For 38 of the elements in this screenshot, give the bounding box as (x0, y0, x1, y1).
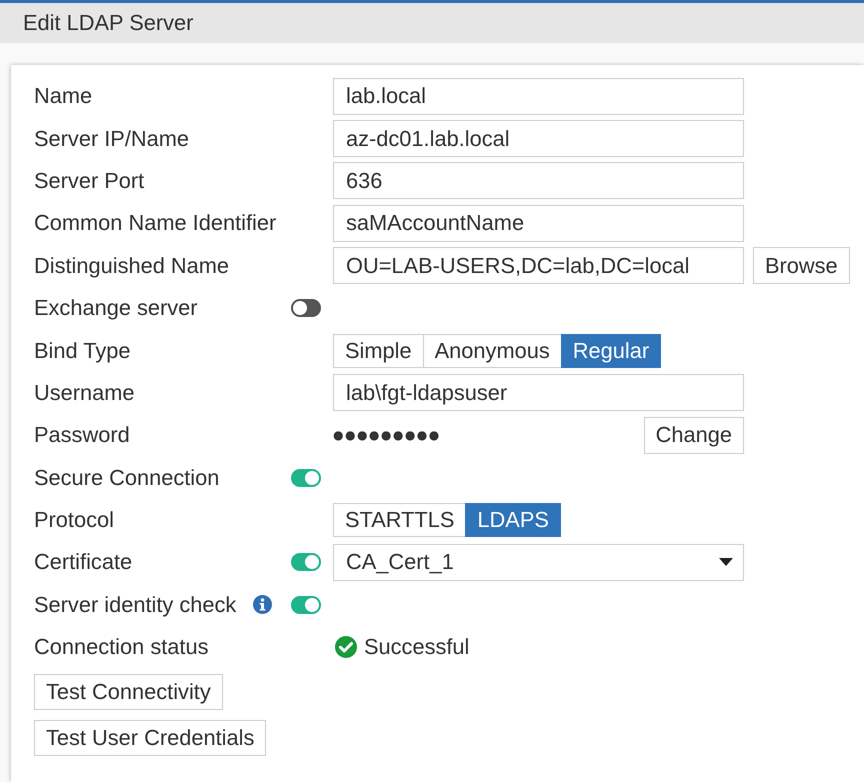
field-label: Distinguished Name (34, 252, 230, 279)
segment-option[interactable]: Simple (333, 334, 424, 368)
field-label: Common Name Identifier (34, 210, 276, 236)
test-button[interactable]: Test User Credentials (34, 720, 266, 756)
segment-option[interactable]: LDAPS (465, 503, 561, 538)
field-label: Protocol (34, 507, 114, 534)
field-label: Certificate (34, 549, 132, 576)
field-label: Server identity check (34, 592, 236, 618)
password-dots: ●●●●●●●●● (333, 428, 441, 442)
toggle-switch[interactable] (291, 468, 321, 487)
field-label: Username (34, 380, 135, 406)
segment-option[interactable]: Anonymous (422, 334, 562, 368)
text-field[interactable]: lab\fgt-ldapsuser (333, 374, 744, 412)
text-field[interactable]: saMAccountName (333, 204, 744, 242)
status-text: Successful (364, 634, 470, 660)
caret-down-icon (719, 558, 733, 566)
test-button[interactable]: Test Connectivity (34, 674, 223, 710)
select-dropdown[interactable]: CA_Cert_1 (333, 544, 744, 581)
dialog-title: Edit LDAP Server (23, 10, 194, 36)
toggle-switch[interactable] (291, 596, 321, 614)
text-field[interactable]: lab.local (333, 78, 744, 115)
text-field[interactable]: az-dc01.lab.local (333, 120, 744, 158)
field-label: Name (34, 83, 92, 110)
field-label: Server Port (34, 168, 144, 194)
change-button[interactable]: Change (644, 416, 744, 454)
field-label: Bind Type (34, 338, 131, 364)
field-label: Server IP/Name (34, 126, 190, 152)
field-label: Connection status (34, 634, 208, 660)
field-label: Secure Connection (34, 464, 220, 491)
toggle-switch[interactable] (291, 299, 321, 318)
field-label: Exchange server (34, 295, 198, 322)
field-label: Password (34, 422, 130, 448)
segment-option[interactable]: STARTTLS (333, 503, 466, 538)
browse-button[interactable]: Browse (753, 247, 850, 284)
segment-option[interactable]: Regular (560, 334, 662, 368)
toggle-switch[interactable] (291, 553, 321, 572)
text-field[interactable]: 636 (333, 162, 744, 200)
text-field[interactable]: OU=LAB-USERS,DC=lab,DC=local (333, 247, 744, 284)
